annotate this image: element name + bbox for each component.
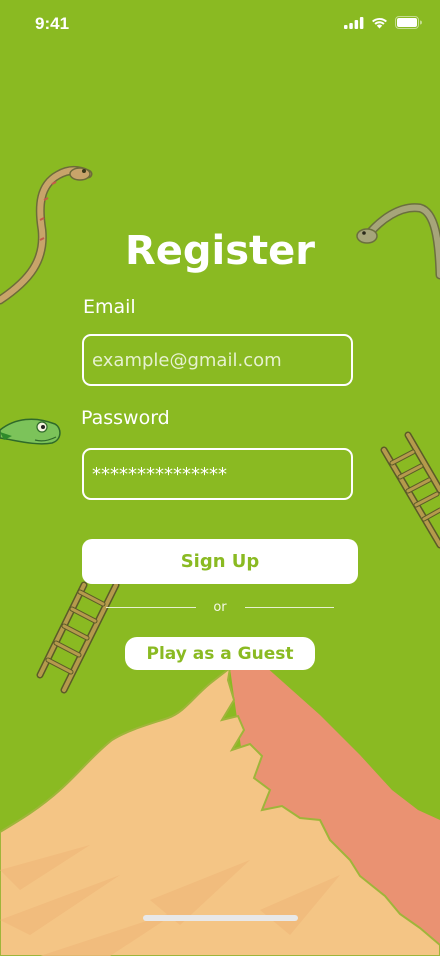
email-field-container [82, 334, 353, 386]
ladder-illustration [380, 431, 440, 549]
email-label: Email [83, 296, 136, 318]
play-as-guest-button[interactable]: Play as a Guest [125, 637, 315, 670]
wifi-icon [371, 17, 388, 29]
password-field-container [82, 448, 353, 500]
battery-icon [395, 16, 422, 29]
sign-up-button[interactable]: Sign Up [82, 539, 358, 584]
divider-or-text: or [213, 600, 227, 615]
home-indicator [143, 915, 298, 921]
status-icons [344, 16, 422, 29]
page-title: Register [124, 228, 316, 274]
email-field[interactable] [84, 336, 351, 384]
password-label: Password [81, 407, 170, 429]
status-time: 9:41 [35, 14, 70, 33]
cellular-signal-icon [344, 16, 364, 29]
mountain-illustration [0, 665, 440, 956]
password-field[interactable] [84, 450, 351, 498]
status-bar: 9:41 [0, 0, 440, 50]
divider-line-right [245, 607, 334, 608]
register-screen: 9:41 Register Email example@gmail.com Pa… [0, 0, 440, 956]
snake-illustration [0, 418, 61, 445]
